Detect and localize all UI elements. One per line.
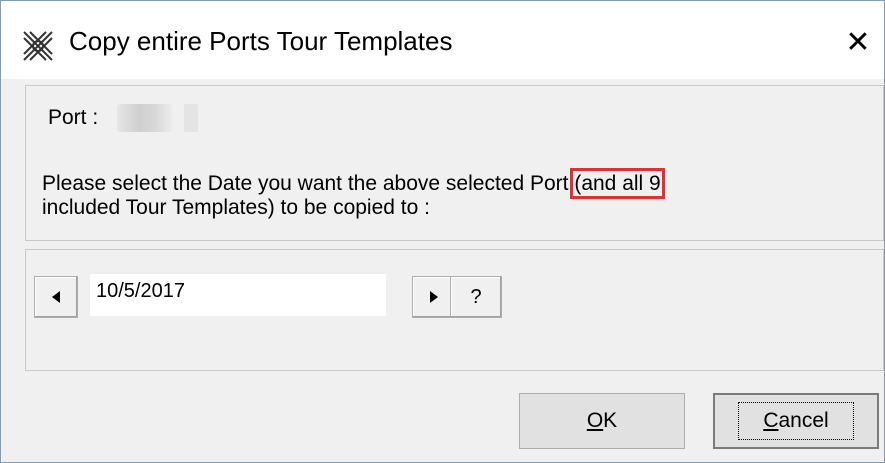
highlighted-template-count: (and all 9 [570, 168, 665, 199]
window-title: Copy entire Ports Tour Templates [69, 26, 453, 56]
instruction-text-line2: included Tour Templates) to be copied to… [42, 196, 430, 219]
redacted-port-value [117, 104, 173, 132]
ok-button[interactable]: OK [519, 393, 685, 449]
cancel-button[interactable]: Cancel [713, 393, 879, 449]
triangle-right-icon [430, 291, 438, 303]
date-picker-panel: 10/5/2017 ? [25, 249, 884, 371]
ok-button-label: OK [586, 409, 618, 432]
triangle-left-icon [52, 291, 60, 303]
help-button[interactable]: ? [450, 276, 502, 318]
cancel-button-label: Cancel [738, 402, 854, 440]
dialog-window: Copy entire Ports Tour Templates ✕ Port … [0, 0, 885, 463]
close-button[interactable]: ✕ [837, 21, 879, 63]
instruction-text: Please select the Date you want the abov… [42, 172, 575, 195]
port-label: Port : [48, 106, 99, 129]
title-bar: Copy entire Ports Tour Templates ✕ [1, 1, 884, 79]
redacted-port-value-tail [184, 104, 198, 132]
port-info-panel: Port : Please select the Date you want t… [25, 85, 884, 241]
close-icon: ✕ [845, 25, 871, 59]
previous-date-button[interactable] [34, 276, 78, 318]
app-icon [21, 29, 55, 63]
date-input[interactable]: 10/5/2017 [90, 274, 386, 316]
instruction-text-line1: Please select the Date you want the abov… [42, 168, 842, 199]
